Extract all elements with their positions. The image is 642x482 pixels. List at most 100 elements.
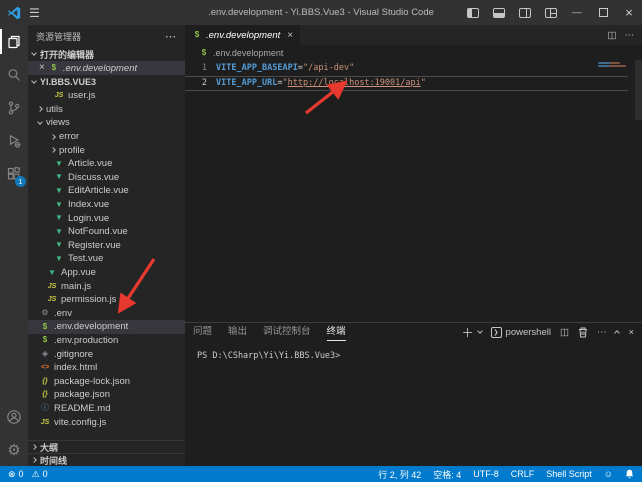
split-terminal-icon[interactable]: ◫ [560,327,569,338]
tree-item-profile[interactable]: profile [28,143,185,157]
tree-item-Index-vue[interactable]: ▼Index.vue [28,198,185,212]
minimap[interactable] [598,62,628,68]
account-icon[interactable] [0,400,28,433]
warning-icon: ⚠ [32,469,40,480]
outline-section[interactable]: 大纲 [28,440,185,453]
timeline-section[interactable]: 时间线 [28,453,185,466]
code-line-1: 1 VITE_APP_BASEAPI="/api-dev" [185,62,642,76]
git-file-icon: ◈ [40,350,50,358]
tree-item-README-md[interactable]: ⓘREADME.md [28,402,185,416]
toggle-panel-icon[interactable] [486,0,512,25]
source-control-icon[interactable] [0,91,28,124]
tree-item-package-lock-json[interactable]: {}package-lock.json [28,374,185,388]
toggle-secondary-sidebar-icon[interactable] [512,0,538,25]
line-number: 2 [185,77,207,91]
terminal-icon: ❯ [491,327,502,338]
toggle-sidebar-icon[interactable] [460,0,486,25]
minimap-slider[interactable] [635,60,642,120]
notifications-bell-icon[interactable] [625,469,634,479]
code-line-2: 2 VITE_APP_URL="http://localhost:19001/a… [185,76,628,92]
tree-item-Test-vue[interactable]: ▼Test.vue [28,252,185,266]
tree-item-utils[interactable]: utils [28,103,185,117]
warning-count: 0 [43,469,48,479]
panel-tab-输出[interactable]: 输出 [228,323,247,341]
tree-item-error[interactable]: error [28,130,185,144]
status-item[interactable]: CRLF [511,469,535,479]
tree-item-index-html[interactable]: <>index.html [28,361,185,375]
terminal-dropdown-icon[interactable] [477,328,483,334]
code-editor[interactable]: 1 VITE_APP_BASEAPI="/api-dev" 2 VITE_APP… [185,60,642,322]
close-panel-icon[interactable]: × [628,327,634,338]
error-icon: ⊗ [8,469,16,480]
tree-item-views[interactable]: views [28,116,185,130]
settings-gear-icon[interactable]: ⚙ [0,433,28,466]
tree-item-Login-vue[interactable]: ▼Login.vue [28,211,185,225]
feedback-icon[interactable]: ☺ [604,469,613,479]
tree-item-label: main.js [61,281,91,292]
problems-status[interactable]: ⊗ 0 ⚠ 0 [8,469,48,480]
explorer-more-actions-icon[interactable]: ⋯ [165,30,177,43]
sidebar-header: 资源管理器 ⋯ [28,25,185,47]
panel-more-actions-icon[interactable]: ⋯ [597,327,607,338]
panel-tab-终端[interactable]: 终端 [327,323,346,341]
status-item[interactable]: UTF-8 [473,469,499,479]
tree-item--env-development[interactable]: $.env.development [28,320,185,334]
tree-item-NotFound-vue[interactable]: ▼NotFound.vue [28,225,185,239]
terminal-content[interactable]: PS D:\CSharp\Yi\Yi.BBS.Vue3> [185,341,642,466]
tree-item-EditArticle-vue[interactable]: ▼EditArticle.vue [28,184,185,198]
open-editors-section[interactable]: 打开的编辑器 [28,47,185,61]
maximize-button[interactable] [590,0,616,25]
tree-item-package-json[interactable]: {}package.json [28,388,185,402]
close-icon[interactable]: × [39,63,45,73]
extensions-icon[interactable]: 1 [0,157,28,190]
panel-tab-调试控制台[interactable]: 调试控制台 [263,323,311,341]
tab-env-development[interactable]: $ .env.development × [185,25,300,45]
kill-terminal-icon[interactable] [578,327,588,338]
status-item[interactable]: 行 2, 列 42 [378,468,421,481]
tree-item-vite-config-js[interactable]: JSvite.config.js [28,415,185,429]
tab-close-icon[interactable]: × [287,30,293,41]
editor-more-actions-icon[interactable]: ⋯ [625,30,635,41]
run-debug-icon[interactable] [0,124,28,157]
tree-item--gitignore[interactable]: ◈.gitignore [28,347,185,361]
tree-item-Discuss-vue[interactable]: ▼Discuss.vue [28,171,185,185]
minimize-button[interactable]: — [564,0,590,25]
tree-item--env-production[interactable]: $.env.production [28,334,185,348]
maximize-panel-icon[interactable] [615,330,621,336]
js-file-icon: JS [54,92,64,99]
url-link[interactable]: http://localhost:19001/api [288,78,421,88]
tree-item-label: user.js [68,90,95,101]
open-editor-item[interactable]: × $ .env.development [28,61,185,75]
explorer-sidebar: 资源管理器 ⋯ 打开的编辑器 × $ .env.development YI.B… [28,25,185,466]
open-editor-label: .env.development [63,63,137,74]
panel-tab-问题[interactable]: 问题 [193,323,212,341]
tree-item-label: EditArticle.vue [68,185,129,196]
customize-layout-icon[interactable] [538,0,564,25]
tree-item-Register-vue[interactable]: ▼Register.vue [28,239,185,253]
breadcrumb[interactable]: $ .env.development [185,45,642,60]
tree-item-user-js[interactable]: JS user.js [28,89,185,103]
terminal-profile[interactable]: ❯ powershell [491,327,551,338]
explorer-icon[interactable] [0,25,28,58]
env-file-icon: $ [40,323,50,331]
tree-item-label: permission.js [61,294,116,305]
split-editor-icon[interactable]: ◫ [608,30,617,41]
tree-item--env[interactable]: ⚙.env [28,307,185,321]
tree-item-label: profile [59,145,85,156]
project-root-section[interactable]: YI.BBS.VUE3 [28,75,185,89]
status-item[interactable]: Shell Script [546,469,592,479]
menu-icon[interactable]: ☰ [29,6,40,20]
open-editors-label: 打开的编辑器 [40,48,94,61]
tree-item-label: README.md [54,403,110,414]
tree-item-main-js[interactable]: JS main.js [28,279,185,293]
new-terminal-icon[interactable]: ＋ [462,324,474,341]
status-item[interactable]: 空格: 4 [433,468,461,481]
search-icon[interactable] [0,58,28,91]
close-button[interactable]: × [616,0,642,25]
tree-item-permission-js[interactable]: JSpermission.js [28,293,185,307]
file-tree: JS user.js utilsviewserrorprofile▼Article.… [28,89,185,429]
tree-item-App-vue[interactable]: ▼App.vue [28,266,185,280]
tree-item-label: package-lock.json [54,376,130,387]
js-file-icon: JS [47,283,57,290]
tree-item-Article-vue[interactable]: ▼Article.vue [28,157,185,171]
